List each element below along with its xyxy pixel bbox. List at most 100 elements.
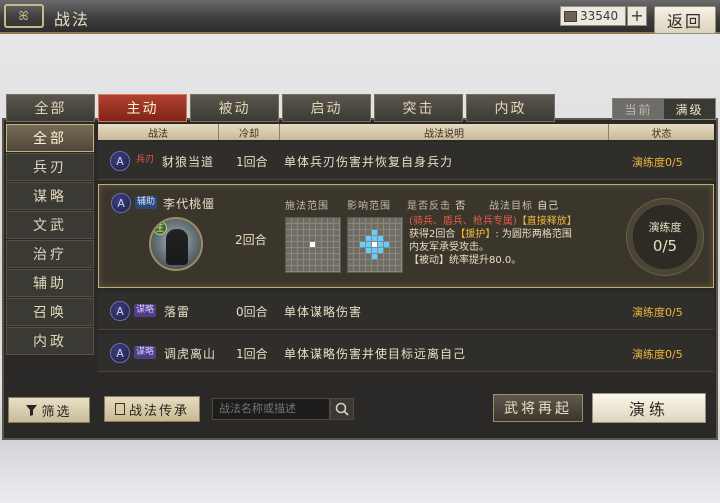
- grid-cell: [334, 260, 339, 265]
- grid-cell: [366, 224, 371, 229]
- training-progress-ring: 演练度 0/5: [627, 199, 703, 275]
- grid-cell: [390, 242, 395, 247]
- skill-cooldown: 1回合: [236, 347, 268, 361]
- grid-cell: [372, 224, 377, 229]
- tab-all[interactable]: 全部: [6, 94, 95, 122]
- grid-cell: [360, 218, 365, 223]
- grid-cell: [286, 218, 291, 223]
- game-logo-icon: ꕤ: [4, 4, 44, 28]
- grid-cell: [328, 236, 333, 241]
- grid-cell: [378, 260, 383, 265]
- grid-cell: [286, 236, 291, 241]
- grid-cell: [390, 260, 395, 265]
- grid-cell: [378, 266, 383, 271]
- grid-cell: [390, 266, 395, 271]
- skill-inherit-label: 战法传承: [128, 403, 189, 419]
- effect-range-label: 影响范围: [347, 201, 391, 212]
- book-icon: [114, 403, 125, 415]
- sidebar-item-civil-military[interactable]: 文武: [6, 211, 94, 239]
- sidebar-item-weapon[interactable]: 兵刃: [6, 153, 94, 181]
- grid-cell: [298, 260, 303, 265]
- tab-internal[interactable]: 内政: [466, 94, 555, 122]
- grid-cell: [366, 242, 371, 247]
- grid-cell: [322, 254, 327, 259]
- grid-cell: [316, 266, 321, 271]
- grid-cell: [360, 224, 365, 229]
- table-row[interactable]: A 谋略 调虎离山 1回合 单体谋略伤害并使目标远离自己 演练度0/5: [98, 334, 714, 372]
- grid-cell: [304, 248, 309, 253]
- grid-cell: [384, 254, 389, 259]
- tab-launch[interactable]: 启动: [282, 94, 371, 122]
- grid-cell: [384, 260, 389, 265]
- grid-cell: [316, 242, 321, 247]
- skill-inherit-button[interactable]: 战法传承: [104, 396, 200, 422]
- search-button[interactable]: [330, 398, 354, 420]
- grid-cell: [360, 236, 365, 241]
- grid-cell: [328, 242, 333, 247]
- grid-cell: [384, 230, 389, 235]
- grid-cell: [298, 236, 303, 241]
- back-button[interactable]: 返回: [654, 6, 716, 34]
- grid-cell: [304, 224, 309, 229]
- grid-cell: [322, 236, 327, 241]
- general-portrait[interactable]: 王: [149, 217, 203, 271]
- grid-cell: [372, 242, 377, 247]
- tab-assault[interactable]: 突击: [374, 94, 463, 122]
- grid-cell: [316, 254, 321, 259]
- grid-cell: [354, 248, 359, 253]
- sidebar-item-all[interactable]: 全部: [6, 124, 94, 152]
- search-input[interactable]: [212, 398, 330, 420]
- grid-cell: [390, 218, 395, 223]
- grid-cell: [360, 242, 365, 247]
- skill-cooldown: 0回合: [236, 305, 268, 319]
- grid-cell: [390, 254, 395, 259]
- grid-cell: [396, 266, 401, 271]
- grid-cell: [286, 230, 291, 235]
- grid-cell: [334, 254, 339, 259]
- skill-type-tag: 辅助: [135, 196, 158, 209]
- tab-active[interactable]: 主动: [98, 94, 187, 122]
- grid-cell: [354, 260, 359, 265]
- skill-name: 落雷: [164, 305, 191, 319]
- toggle-max[interactable]: 满级: [664, 99, 715, 119]
- grid-cell: [316, 218, 321, 223]
- sidebar-item-strategy[interactable]: 谋略: [6, 182, 94, 210]
- grid-cell: [310, 224, 315, 229]
- add-currency-button[interactable]: +: [627, 6, 647, 26]
- train-button[interactable]: 演练: [592, 393, 706, 423]
- expanded-skill-row[interactable]: A 辅助 李代桃僵 王 2回合 施法范围 影响范围 是否反击 否 战法目标 自己…: [98, 184, 714, 288]
- grid-cell: [378, 224, 383, 229]
- grid-cell: [298, 266, 303, 271]
- toggle-current[interactable]: 当前: [613, 99, 664, 119]
- general-revive-button[interactable]: 武将再起: [493, 394, 583, 422]
- grid-cell: [334, 242, 339, 247]
- grid-cell: [334, 230, 339, 235]
- grid-cell: [286, 248, 291, 253]
- tab-passive[interactable]: 被动: [190, 94, 279, 122]
- table-row[interactable]: A 兵刃 豺狼当道 1回合 单体兵刃伤害并恢复自身兵力 演练度0/5: [98, 142, 714, 180]
- coin-icon: [564, 10, 577, 22]
- general-figure: [166, 229, 188, 265]
- grid-cell: [334, 248, 339, 253]
- grid-cell: [396, 242, 401, 247]
- table-row[interactable]: A 谋略 落雷 0回合 单体谋略伤害 演练度0/5: [98, 292, 714, 330]
- grid-cell: [348, 236, 353, 241]
- sidebar-item-heal[interactable]: 治疗: [6, 240, 94, 268]
- grid-cell: [396, 224, 401, 229]
- grid-cell: [316, 248, 321, 253]
- grid-cell: [360, 260, 365, 265]
- grid-cell: [390, 224, 395, 229]
- grid-cell: [310, 248, 315, 253]
- grid-cell: [372, 230, 377, 235]
- sidebar-item-support[interactable]: 辅助: [6, 269, 94, 297]
- grid-cell: [304, 266, 309, 271]
- sidebar-item-internal[interactable]: 内政: [6, 327, 94, 355]
- grid-cell: [310, 260, 315, 265]
- skill-description: 单体谋略伤害并使目标远离自己: [284, 347, 467, 361]
- general-medal-icon: 王: [153, 221, 167, 235]
- grid-cell: [292, 236, 297, 241]
- grid-cell: [310, 254, 315, 259]
- grid-cell: [354, 266, 359, 271]
- sidebar-item-summon[interactable]: 召唤: [6, 298, 94, 326]
- filter-button[interactable]: 筛选: [8, 397, 90, 423]
